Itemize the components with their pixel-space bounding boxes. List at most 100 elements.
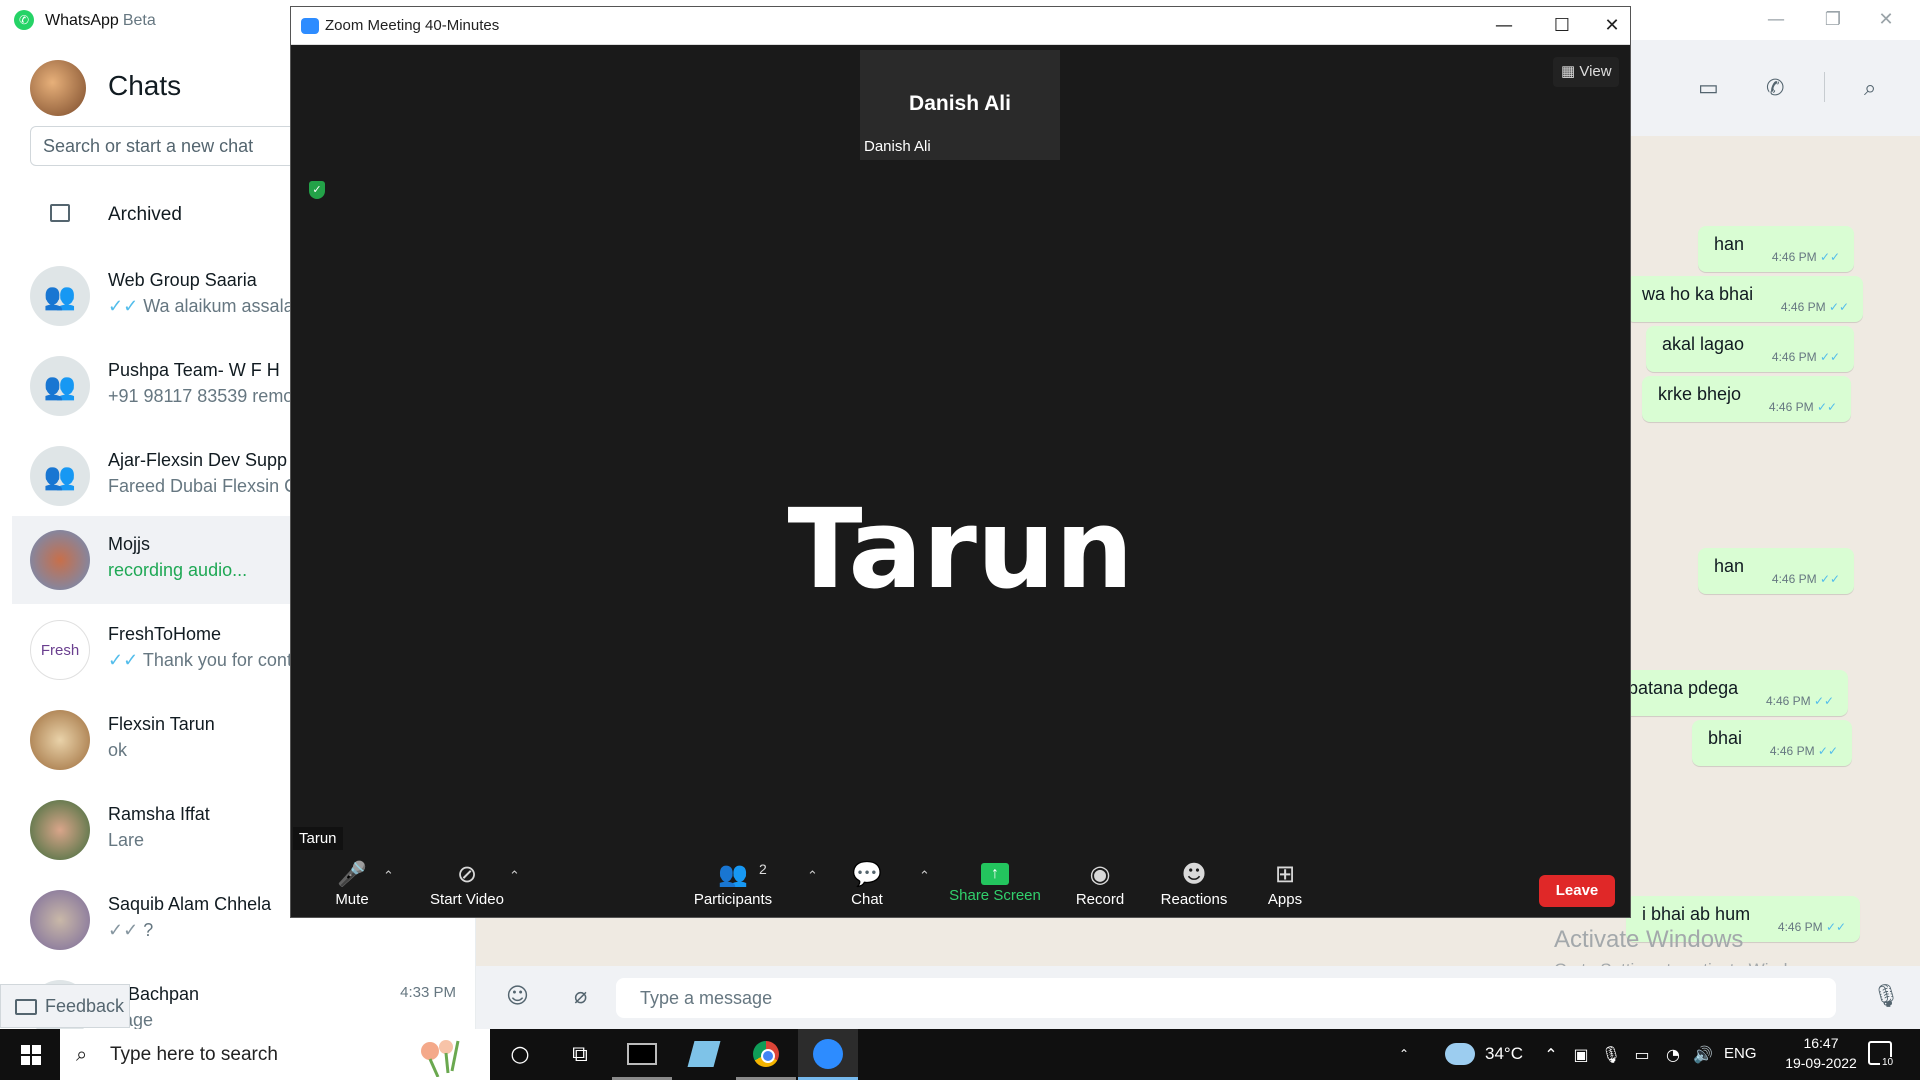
chat-time: 4:33 PM (400, 984, 456, 1001)
meet-icon[interactable]: ▣ (1568, 1029, 1594, 1080)
task-view-icon[interactable]: ⧉ (550, 1029, 610, 1080)
message-bubble: han 4:46 PM ✓✓ (1698, 226, 1855, 272)
clock-date[interactable]: 19-09-2022 (1776, 1055, 1866, 1071)
participants-caret-icon[interactable]: ⌃ (807, 869, 818, 884)
windows-logo-icon (21, 1045, 41, 1065)
chat-caret-icon[interactable]: ⌃ (919, 869, 930, 884)
security-shield-icon[interactable]: ✓ (309, 181, 325, 199)
minimize-icon[interactable]: — (1756, 6, 1796, 34)
participants-icon: 👥 (718, 860, 748, 888)
message-input[interactable]: Type a message (616, 978, 1836, 1018)
temperature[interactable]: 34°C (1485, 1044, 1523, 1064)
zoom-meeting-window: Zoom Meeting 40-Minutes — ☐ ✕ Danish Ali… (290, 6, 1631, 918)
thumbnail-label: Danish Ali (864, 138, 931, 155)
thumbnail-name: Danish Ali (909, 92, 1011, 115)
taskbar-search[interactable]: ⌕ Type here to search (60, 1029, 490, 1080)
group-avatar-icon: 👥 (30, 266, 90, 326)
leave-button[interactable]: Leave (1539, 875, 1615, 907)
mute-button[interactable]: 🎤 Mute (317, 851, 387, 917)
clock-time[interactable]: 16:47 (1776, 1035, 1866, 1051)
archive-icon[interactable] (50, 204, 70, 222)
contact-avatar (30, 800, 90, 860)
chat-name: Saquib Alam Chhela (108, 894, 272, 914)
active-speaker-name: Tarun (787, 485, 1134, 613)
grid-icon: ▦ (1561, 63, 1576, 80)
chat-preview: Fareed Dubai Flexsin Cli (108, 476, 306, 496)
feedback-button[interactable]: Feedback (0, 984, 130, 1028)
reactions-button[interactable]: ☻ Reactions (1151, 851, 1237, 917)
freshtohome-logo: Fresh (30, 620, 90, 680)
whatsapp-app-title: WhatsApp Beta (45, 12, 156, 29)
participants-count: 2 (759, 861, 767, 877)
message-time: 4:46 PM ✓✓ (1765, 694, 1835, 708)
view-button[interactable]: ▦ View (1553, 57, 1619, 87)
group-avatar-icon: 👥 (30, 446, 90, 506)
record-button[interactable]: ◉ Record (1067, 851, 1133, 917)
apps-button[interactable]: ⊞ Apps (1257, 851, 1313, 917)
terminal-app-icon[interactable] (612, 1029, 672, 1080)
message-bubble: wa ho ka bhai 4:46 PM ✓✓ (1626, 276, 1864, 322)
restore-icon[interactable]: ❐ (1813, 6, 1853, 34)
message-composer: ☺ ⌀ Type a message 🎙 (476, 966, 1920, 1029)
participants-button[interactable]: 👥 2 Participants (683, 851, 783, 917)
wifi-icon[interactable]: ◔ (1660, 1029, 1686, 1080)
meeting-toolbar: 🎤 Mute ⌃ ⊘ Start Video ⌃ 👥 2 Participant… (291, 851, 1630, 917)
start-button[interactable] (0, 1029, 60, 1080)
chat-preview: Lare (108, 830, 145, 850)
message-time: 4:46 PM ✓✓ (1769, 744, 1839, 758)
message-time: 4:46 PM ✓✓ (1771, 250, 1841, 264)
chat-name: Ramsha Iffat (108, 804, 210, 824)
message-time: 4:46 PM ✓✓ (1771, 572, 1841, 586)
close-icon[interactable]: ✕ (1597, 11, 1627, 41)
close-icon[interactable]: ✕ (1866, 6, 1906, 34)
message-bubble: batana pdega 4:46 PM ✓✓ (1612, 670, 1849, 716)
video-call-icon[interactable]: ▭ (1698, 76, 1719, 101)
search-icon[interactable]: ⌕ (1864, 76, 1876, 101)
microphone-icon[interactable]: 🎙 (1872, 984, 1900, 1009)
windows-taskbar: ⌕ Type here to search ○ ⧉ ⌃ 34°C ⌃ ▣ 🎙 ▭… (0, 1029, 1920, 1080)
message-time: 4:46 PM ✓✓ (1768, 400, 1838, 414)
battery-icon[interactable]: ▭ (1628, 1029, 1656, 1080)
activate-windows-title: Activate Windows (1554, 926, 1744, 953)
share-screen-button[interactable]: ↑ Share Screen (947, 851, 1043, 917)
chat-button[interactable]: 💬 Chat (837, 851, 897, 917)
notes-app-icon[interactable] (674, 1029, 734, 1080)
chrome-app-icon[interactable] (736, 1029, 796, 1080)
taskbar-search-placeholder: Type here to search (110, 1044, 278, 1065)
flower-decoration-icon (421, 1040, 460, 1077)
video-options-caret-icon[interactable]: ⌃ (509, 869, 520, 884)
message-time: 4:46 PM ✓✓ (1771, 350, 1841, 364)
chat-name: Pushpa Team- W F H (108, 360, 280, 380)
minimize-icon[interactable]: — (1481, 11, 1527, 41)
weather-cloud-icon[interactable] (1445, 1043, 1475, 1065)
message-bubble: krke bhejo 4:46 PM ✓✓ (1642, 376, 1852, 422)
search-icon: ⌕ (76, 1042, 88, 1066)
language-indicator[interactable]: ENG (1724, 1045, 1757, 1062)
chat-preview: ok (108, 740, 128, 760)
microphone-icon: 🎤 (337, 860, 367, 888)
chat-name: Web Group Saaria (108, 270, 257, 290)
whatsapp-logo-icon: ✆ (14, 10, 34, 30)
microphone-tray-icon[interactable]: 🎙 (1598, 1029, 1624, 1080)
scroll-chevron-icon[interactable]: ⌃ (1396, 1029, 1412, 1080)
contact-avatar (30, 710, 90, 770)
zoom-app-icon[interactable] (798, 1029, 858, 1080)
audio-options-caret-icon[interactable]: ⌃ (383, 869, 394, 884)
double-tick-icon: ✓✓ (108, 920, 139, 940)
cortana-icon[interactable]: ○ (490, 1029, 550, 1080)
attach-icon[interactable]: ⌀ (574, 984, 587, 1009)
volume-icon[interactable]: 🔊 (1690, 1029, 1716, 1080)
profile-avatar[interactable] (30, 60, 86, 116)
archived-label[interactable]: Archived (108, 204, 182, 226)
group-avatar-icon: 👥 (30, 356, 90, 416)
maximize-icon[interactable]: ☐ (1539, 11, 1585, 41)
chat-preview: recording audio... (108, 560, 248, 580)
start-video-button[interactable]: ⊘ Start Video (417, 851, 517, 917)
zoom-app-icon (301, 18, 319, 34)
message-time: 4:46 PM ✓✓ (1777, 920, 1847, 934)
hidden-icons-chevron-icon[interactable]: ⌃ (1538, 1029, 1564, 1080)
emoji-icon[interactable]: ☺ (506, 984, 529, 1009)
participant-thumbnail[interactable]: Danish Ali Danish Ali (860, 50, 1060, 160)
voice-call-icon[interactable]: ✆ (1766, 76, 1784, 101)
chat-name: Ajar-Flexsin Dev Supp (108, 450, 288, 470)
